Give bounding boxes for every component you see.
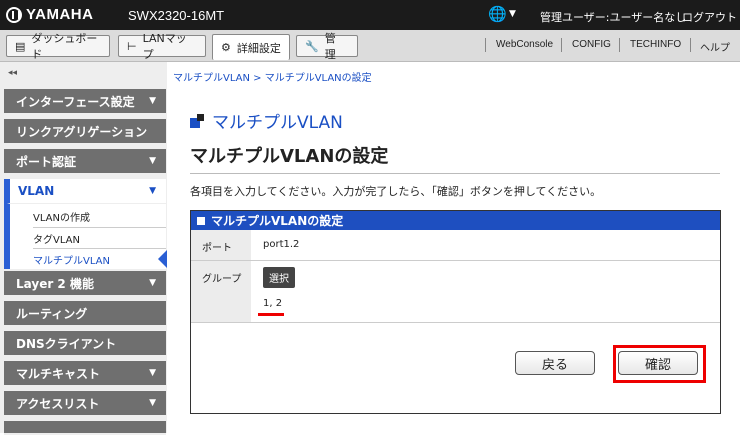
yamaha-logo: YAMAHA	[6, 6, 93, 23]
back-button[interactable]: 戻る	[515, 351, 595, 375]
chevron-down-icon: ▼	[149, 398, 156, 408]
sidebar-item-interface-settings[interactable]: インターフェース設定 ▼	[4, 89, 166, 115]
square-icon	[197, 216, 205, 225]
group-row: グループ 選択 1, 2	[191, 261, 720, 323]
port-label: ポート	[191, 230, 251, 260]
tab-bar: ▤ ダッシュボード ⊢ LANマップ ⚙ 詳細設定 🔧 管 理 WebConso…	[0, 30, 740, 62]
divider	[619, 38, 620, 52]
sidebar-item-multicast[interactable]: マルチキャスト ▼	[4, 361, 166, 387]
sidebar-item-port-auth[interactable]: ポート認証 ▼	[4, 149, 166, 175]
divider	[190, 173, 720, 174]
sidebar: ◂◂ インターフェース設定 ▼ リンクアグリゲーション ポート認証 ▼ VLAN…	[0, 62, 167, 435]
tab-management[interactable]: 🔧 管 理	[296, 32, 358, 61]
select-button[interactable]: 選択	[263, 267, 295, 288]
instruction-text: 各項目を入力してください。入力が完了したら、「確認」ボタンを押してください。	[190, 185, 602, 198]
help-link[interactable]: ヘルプ	[700, 39, 730, 54]
sidebar-item-access-list[interactable]: アクセスリスト ▼	[4, 391, 166, 417]
yamaha-logo-icon	[6, 6, 22, 23]
wrench-icon: 🔧	[305, 39, 319, 53]
group-value: 1, 2	[263, 298, 283, 309]
chevron-down-icon: ▼	[149, 96, 156, 106]
page-heading: マルチプルVLAN	[190, 108, 343, 133]
sidebar-item-vlan[interactable]: VLAN ▼	[4, 179, 166, 205]
sidebar-subitem-multiple-vlan[interactable]: マルチプルVLAN	[33, 248, 167, 269]
sidebar-item-dns-client[interactable]: DNSクライアント	[4, 331, 166, 357]
globe-icon[interactable]: 🌐	[488, 5, 507, 23]
collapse-sidebar-icon[interactable]: ◂◂	[8, 68, 17, 78]
chevron-down-icon: ▼	[149, 278, 156, 288]
tab-dashboard[interactable]: ▤ ダッシュボード	[6, 32, 110, 61]
port-value: port1.2	[263, 239, 300, 250]
confirm-highlight-box	[613, 345, 706, 383]
vlan-submenu-indicator	[4, 204, 10, 269]
divider	[485, 38, 486, 52]
chevron-down-icon: ▼	[149, 156, 156, 166]
active-indicator-icon	[158, 250, 167, 268]
divider	[690, 38, 691, 52]
user-info: 管理ユーザー:ユーザー名なし	[540, 11, 687, 24]
chevron-down-icon: ▼	[149, 186, 156, 196]
gear-icon: ⚙	[221, 41, 231, 54]
dashboard-icon: ▤	[15, 39, 26, 53]
port-row: ポート port1.2	[191, 230, 720, 261]
sidebar-subitem-vlan-create[interactable]: VLANの作成	[33, 206, 166, 227]
techinfo-link[interactable]: TECHINFO	[630, 39, 681, 50]
sidebar-item-layer2[interactable]: Layer 2 機能 ▼	[4, 271, 166, 297]
lanmap-icon: ⊢	[127, 39, 137, 53]
tab-advanced-settings[interactable]: ⚙ 詳細設定	[212, 34, 290, 60]
panel-header: マルチプルVLANの設定	[191, 211, 720, 230]
sidebar-subitem-tag-vlan[interactable]: タグVLAN	[33, 227, 166, 248]
chevron-down-icon: ▼	[149, 368, 156, 378]
settings-panel: マルチプルVLANの設定 ポート port1.2 グループ 選択 1, 2 戻る…	[190, 210, 721, 414]
page-title: マルチプルVLANの設定	[190, 146, 389, 167]
sidebar-item-link-aggregation[interactable]: リンクアグリゲーション	[4, 119, 166, 145]
breadcrumb[interactable]: マルチプルVLAN > マルチプルVLANの設定	[173, 69, 372, 84]
chevron-down-icon[interactable]: ▼	[509, 9, 516, 19]
webconsole-link[interactable]: WebConsole	[496, 39, 553, 50]
model-name: SWX2320-16MT	[128, 8, 225, 23]
group-label: グループ	[191, 261, 251, 322]
logout-link[interactable]: ログアウト	[682, 9, 737, 25]
divider	[561, 38, 562, 52]
highlight-underline	[258, 313, 284, 316]
tab-lanmap[interactable]: ⊢ LANマップ	[118, 32, 206, 61]
top-bar: YAMAHA SWX2320-16MT 🌐 ▼ 管理ユーザー:ユーザー名なし ロ…	[0, 0, 740, 30]
config-link[interactable]: CONFIG	[572, 39, 611, 50]
sidebar-item-routing[interactable]: ルーティング	[4, 301, 166, 327]
heading-icon	[190, 113, 204, 128]
